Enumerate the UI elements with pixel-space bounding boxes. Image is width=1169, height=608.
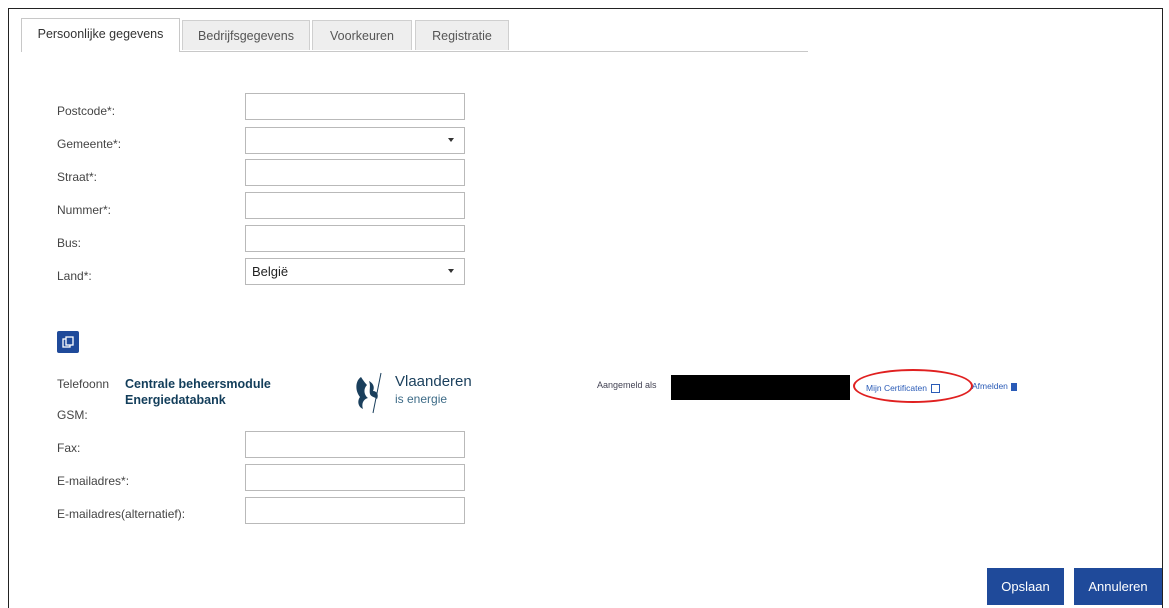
land-value: België (252, 264, 289, 279)
email-input[interactable] (245, 464, 465, 491)
banner-title-line1: Centrale beheersmodule (125, 377, 271, 391)
copy-icon (62, 336, 74, 348)
fax-label: Fax: (57, 441, 81, 455)
chevron-down-icon (448, 269, 454, 273)
land-label: Land*: (57, 269, 92, 283)
certificates-link[interactable]: Mijn Certificaten (866, 383, 941, 394)
bus-label: Bus: (57, 236, 82, 250)
banner-title: Centrale beheersmodule Energiedatabank (125, 376, 271, 408)
gemeente-select[interactable] (245, 127, 465, 154)
email-alt-input[interactable] (245, 497, 465, 524)
logout-link[interactable]: Afmelden (972, 381, 1018, 391)
tab-registratie[interactable]: Registratie (415, 20, 509, 50)
straat-label: Straat*: (57, 170, 98, 184)
email-label: E-mailadres*: (57, 474, 130, 488)
redacted-username (671, 375, 850, 400)
save-button[interactable]: Opslaan (987, 568, 1064, 605)
nummer-label: Nummer*: (57, 203, 112, 217)
brand-subtitle: is energie (395, 392, 448, 406)
brand-name: Vlaanderen (395, 373, 472, 390)
logout-icon (1011, 382, 1018, 391)
bus-input[interactable] (245, 225, 465, 252)
straat-input[interactable] (245, 159, 465, 186)
tab-bar: Persoonlijke gegevens Bedrijfsgegevens V… (21, 18, 808, 52)
copy-button[interactable] (57, 331, 79, 353)
postcode-input[interactable] (245, 93, 465, 120)
tab-persoonlijke-gegevens[interactable]: Persoonlijke gegevens (21, 18, 180, 52)
nummer-input[interactable] (245, 192, 465, 219)
banner-title-line2: Energiedatabank (125, 393, 226, 407)
cancel-button[interactable]: Annuleren (1074, 568, 1162, 605)
email-alt-label: E-mailadres(alternatief): (57, 507, 186, 521)
fax-input[interactable] (245, 431, 465, 458)
external-link-icon (931, 384, 941, 394)
gsm-label: GSM: (57, 408, 88, 422)
telefoon-label: Telefoonn (57, 377, 110, 391)
tab-voorkeuren[interactable]: Voorkeuren (312, 20, 412, 50)
land-select[interactable]: België (245, 258, 465, 285)
tab-bedrijfsgegevens[interactable]: Bedrijfsgegevens (182, 20, 310, 50)
postcode-label: Postcode*: (57, 104, 116, 118)
vlaanderen-lion-icon (356, 372, 382, 414)
gemeente-label: Gemeente*: (57, 137, 122, 151)
chevron-down-icon (448, 138, 454, 142)
logged-in-label: Aangemeld als (597, 380, 657, 390)
header-banner: Centrale beheersmodule Energiedatabank V… (119, 359, 1039, 427)
